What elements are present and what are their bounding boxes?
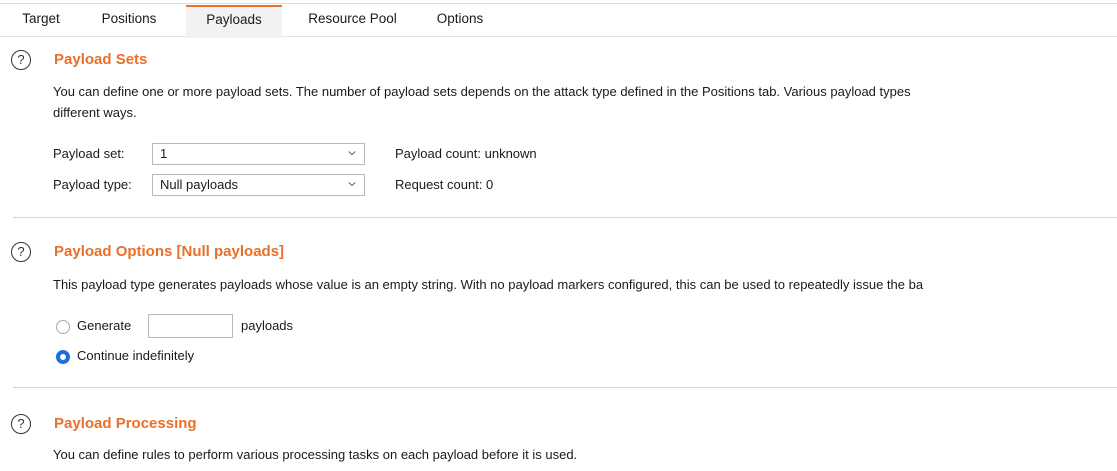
payload-processing-description: You can define rules to perform various … (53, 447, 578, 462)
payload-options-description: This payload type generates payloads who… (53, 277, 924, 292)
payload-sets-title: Payload Sets (54, 51, 148, 68)
tab-payloads[interactable]: Payloads (186, 5, 282, 38)
tab-target[interactable]: Target (16, 10, 66, 36)
payloads-label: payloads (241, 318, 294, 333)
help-icon[interactable]: ? (11, 50, 31, 70)
payload-type-value: Null payloads (160, 177, 239, 192)
tab-positions[interactable]: Positions (96, 10, 162, 36)
tab-options[interactable]: Options (430, 10, 490, 36)
payload-options-title: Payload Options [Null payloads] (54, 243, 285, 260)
chevron-down-icon (348, 151, 356, 156)
payload-sets-description-line-2: different ways. (53, 105, 137, 120)
tab-bar-top-border (0, 3, 1117, 4)
section-divider (13, 217, 1117, 218)
payload-count-label: Payload count: unknown (395, 146, 537, 161)
payload-set-value: 1 (160, 146, 168, 161)
payload-set-select[interactable]: 1 (152, 143, 365, 165)
payload-type-label: Payload type: (53, 177, 132, 192)
request-count-label: Request count: 0 (395, 177, 494, 192)
continue-indefinitely-label: Continue indefinitely (77, 348, 195, 363)
generate-radio[interactable] (56, 320, 70, 334)
tab-resource-pool[interactable]: Resource Pool (300, 10, 405, 36)
generate-count-input[interactable] (148, 314, 233, 338)
section-divider (13, 387, 1117, 388)
chevron-down-icon (348, 182, 356, 187)
help-icon[interactable]: ? (11, 242, 31, 262)
tab-bar: Target Positions Payloads Resource Pool … (0, 0, 1117, 38)
continue-indefinitely-radio[interactable] (56, 350, 70, 364)
payload-processing-title: Payload Processing (54, 415, 197, 432)
payload-sets-description-line-1: You can define one or more payload sets.… (53, 84, 911, 99)
generate-label: Generate (77, 318, 132, 333)
payload-set-label: Payload set: (53, 146, 125, 161)
payload-type-select[interactable]: Null payloads (152, 174, 365, 196)
help-icon[interactable]: ? (11, 414, 31, 434)
